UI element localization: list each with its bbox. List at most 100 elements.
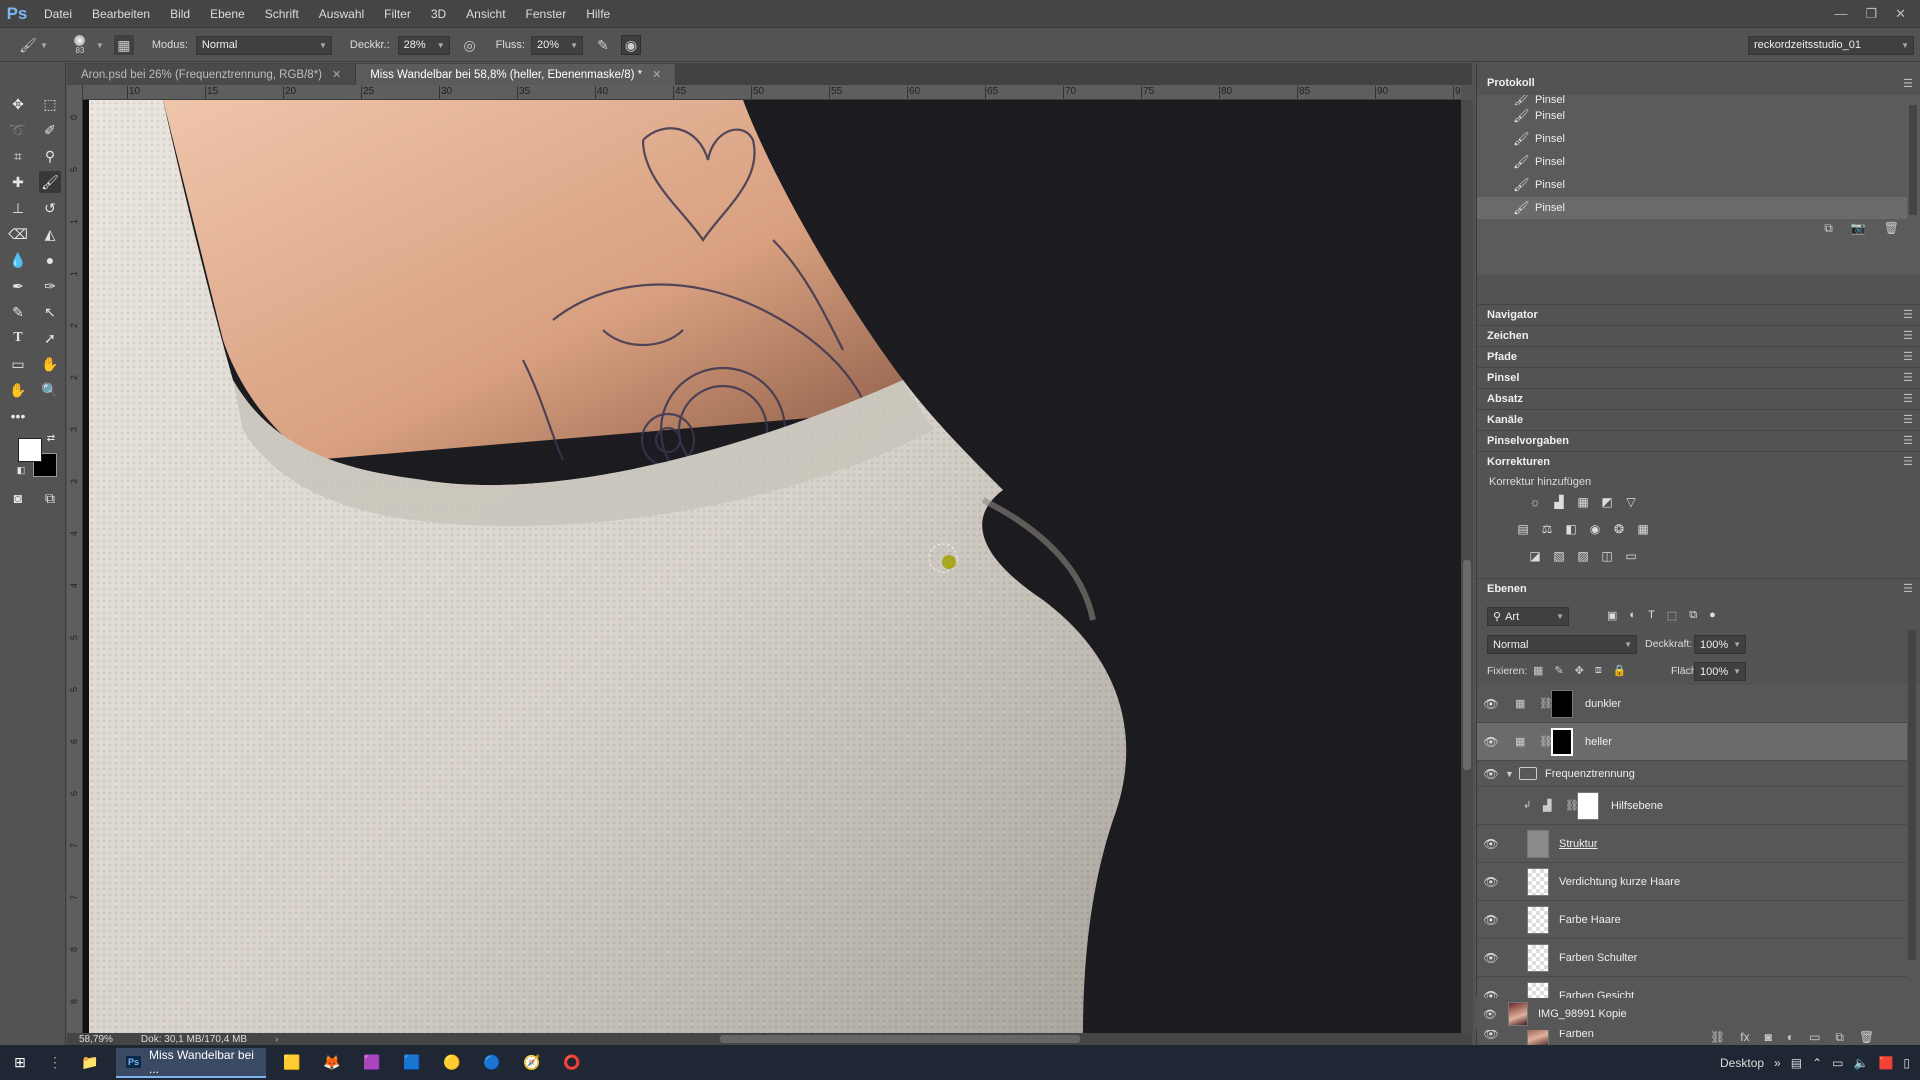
history-checkbox[interactable] <box>1487 202 1499 214</box>
chevron-down-icon[interactable]: ▼ <box>96 41 104 50</box>
photo-filter-icon[interactable]: ◉ <box>1587 521 1603 537</box>
layer-row-verdichtung[interactable]: 👁 Verdichtung kurze Haare <box>1477 863 1907 901</box>
history-checkbox[interactable] <box>1487 133 1499 145</box>
tab-miss-wandelbar[interactable]: Miss Wandelbar bei 58,8% (heller, Ebenen… <box>356 64 677 85</box>
rectangle-tool-icon[interactable]: ▭ <box>7 353 29 375</box>
flow-field[interactable]: 20% ▼ <box>531 35 583 55</box>
app-icon-firefox[interactable]: 🦊 <box>312 1045 352 1080</box>
task-view-icon[interactable]: ⋮ <box>40 1045 70 1080</box>
brush-tool-icon[interactable]: 🖌 <box>39 171 61 193</box>
app-icon-lightroom[interactable]: 🟦 <box>392 1045 432 1080</box>
visibility-eye-icon[interactable]: 👁 <box>1477 735 1505 749</box>
close-icon[interactable]: ✕ <box>652 68 661 81</box>
clone-stamp-tool-icon[interactable]: ⊥ <box>7 197 29 219</box>
menu-filter[interactable]: Filter <box>374 0 421 28</box>
mode-select[interactable]: Normal ▼ <box>195 35 332 55</box>
link-icon[interactable]: ⛓ <box>1565 799 1579 812</box>
document-canvas[interactable] <box>83 100 1461 1033</box>
notification-icon[interactable]: ▯ <box>1903 1056 1910 1070</box>
visibility-eye-icon[interactable]: 👁 <box>1477 767 1505 781</box>
history-item-selected[interactable]: 🖌 Pinsel <box>1477 197 1907 219</box>
foreground-color-swatch[interactable] <box>18 438 42 462</box>
layer-row-heller[interactable]: 👁 ▦ ⛓ heller <box>1477 723 1907 761</box>
color-lookup-icon[interactable]: ▦ <box>1635 521 1651 537</box>
lasso-tool-icon[interactable]: ➰ <box>7 119 29 141</box>
quick-select-tool-icon[interactable]: ✐ <box>39 119 61 141</box>
pen-tool-icon[interactable]: ✒ <box>7 275 29 297</box>
color-balance-icon[interactable]: ⚖ <box>1539 521 1555 537</box>
adjustment-filter-icon[interactable]: ◐ <box>1629 609 1636 622</box>
visibility-eye-icon[interactable]: 👁 <box>1477 951 1505 965</box>
layer-row-img-kopie[interactable]: 👁 IMG_98991 Kopie <box>1476 998 1906 1030</box>
visibility-eye-icon[interactable]: 👁 <box>1477 697 1505 711</box>
swap-colors-icon[interactable]: ⇄ <box>44 431 58 445</box>
pixel-filter-icon[interactable]: ▣ <box>1607 609 1617 622</box>
menu-ansicht[interactable]: Ansicht <box>456 0 515 28</box>
paint-bucket-tool-icon[interactable]: ◭ <box>39 223 61 245</box>
windows-start-icon[interactable]: ⊞ <box>0 1045 40 1080</box>
new-adjustment-icon[interactable]: ◐ <box>1787 1030 1794 1044</box>
brush-preset-picker[interactable]: 83 <box>70 35 90 55</box>
type-tool-icon[interactable]: T <box>7 327 29 349</box>
gradient-map-icon[interactable]: ▭ <box>1623 548 1639 564</box>
channel-mixer-icon[interactable]: ❂ <box>1611 521 1627 537</box>
layer-row-farbe-haare[interactable]: 👁 Farbe Haare <box>1477 901 1907 939</box>
panel-menu-icon[interactable]: ☰ <box>1903 392 1913 405</box>
security-icon[interactable]: 🟥 <box>1878 1056 1893 1070</box>
layer-mask-thumbnail[interactable] <box>1577 791 1599 820</box>
new-group-icon[interactable]: ▭ <box>1809 1030 1820 1044</box>
dodge-tool-icon[interactable]: ● <box>39 249 61 271</box>
zoom-level[interactable]: 58,79% <box>79 1034 113 1045</box>
history-checkbox[interactable] <box>1487 110 1499 122</box>
trash-icon[interactable]: 🗑 <box>1884 221 1899 236</box>
panel-header-zeichen[interactable]: Zeichen ☰ <box>1477 325 1920 345</box>
panel-header-ebenen[interactable]: Ebenen ☰ <box>1477 578 1920 598</box>
default-colors-icon[interactable]: ◧ <box>14 463 28 477</box>
brush-tool-icon[interactable]: 🖌 <box>18 35 38 55</box>
menu-bild[interactable]: Bild <box>160 0 200 28</box>
menu-hilfe[interactable]: Hilfe <box>576 0 620 28</box>
chevron-up-icon[interactable]: » <box>1774 1056 1781 1070</box>
panel-header-pinsel[interactable]: Pinsel ☰ <box>1477 367 1920 387</box>
history-checkbox[interactable] <box>1487 179 1499 191</box>
trash-icon[interactable]: 🗑 <box>1859 1030 1874 1044</box>
layer-row-struktur[interactable]: 👁 Struktur <box>1477 825 1907 863</box>
app-icon-folder[interactable]: 🟡 <box>432 1045 472 1080</box>
quick-mask-icon[interactable]: ◙ <box>7 487 29 509</box>
lock-all-icon[interactable]: 🔒 <box>1613 664 1627 677</box>
layer-mask-thumbnail[interactable] <box>1551 727 1573 756</box>
type-filter-icon[interactable]: T <box>1648 609 1655 622</box>
layer-row-hilfsebene[interactable]: ↲ ▟ ⛓ Hilfsebene <box>1477 787 1907 825</box>
panel-header-navigator[interactable]: Navigator ☰ <box>1477 304 1920 324</box>
layer-thumbnail[interactable] <box>1508 1002 1528 1026</box>
direct-select-tool-icon[interactable]: ➚ <box>39 327 61 349</box>
panel-header-korrekturen[interactable]: Korrekturen ☰ <box>1477 451 1920 471</box>
airbrush-icon[interactable]: ✎ <box>593 35 613 55</box>
panel-menu-icon[interactable]: ☰ <box>1903 350 1913 363</box>
link-icon[interactable]: ⛓ <box>1539 697 1553 710</box>
workspace-select[interactable]: reckordzeitsstudio_01 ▼ <box>1748 35 1914 55</box>
add-mask-icon[interactable]: ◙ <box>1765 1030 1772 1044</box>
panel-header-protokoll[interactable]: Protokoll ☰ <box>1477 73 1920 93</box>
lock-transparency-icon[interactable]: ▦ <box>1533 664 1543 677</box>
taskbar-photoshop-window[interactable]: Ps Miss Wandelbar bei ... <box>116 1047 266 1078</box>
close-icon[interactable]: ✕ <box>332 68 341 81</box>
volume-icon[interactable]: 🔈 <box>1853 1056 1868 1070</box>
chevron-down-icon[interactable]: ▼ <box>1505 769 1519 779</box>
hand-tool-icon[interactable]: ✋ <box>39 353 61 375</box>
panel-menu-icon[interactable]: ☰ <box>1903 77 1913 90</box>
layer-row-dunkler[interactable]: 👁 ▦ ⛓ dunkler <box>1477 685 1907 723</box>
panel-menu-icon[interactable]: ☰ <box>1903 582 1913 595</box>
app-icon-bridge[interactable]: 🟨 <box>272 1045 312 1080</box>
app-icon-safari[interactable]: 🧭 <box>512 1045 552 1080</box>
panel-menu-icon[interactable]: ☰ <box>1903 413 1913 426</box>
app-icon-browser[interactable]: 🔵 <box>472 1045 512 1080</box>
selective-color-icon[interactable]: ◫ <box>1599 548 1615 564</box>
healing-brush-tool-icon[interactable]: ✚ <box>7 171 29 193</box>
menu-datei[interactable]: Datei <box>34 0 82 28</box>
menu-ebene[interactable]: Ebene <box>200 0 255 28</box>
zoom-tool-icon[interactable]: 🔍 <box>39 379 61 401</box>
panel-menu-icon[interactable]: ☰ <box>1903 308 1913 321</box>
history-checkbox[interactable] <box>1487 156 1499 168</box>
link-icon[interactable]: ⛓ <box>1539 735 1553 748</box>
